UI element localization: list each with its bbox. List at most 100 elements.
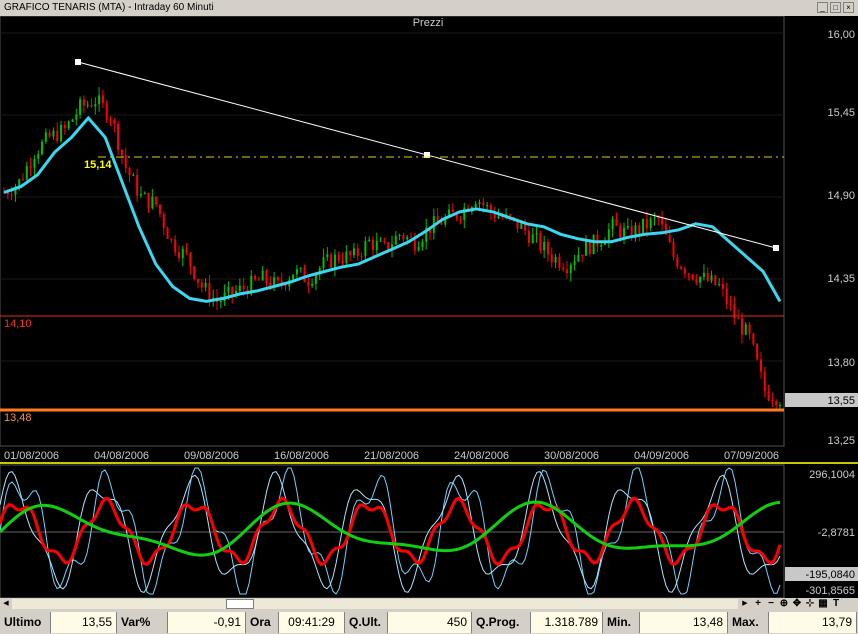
- scroll-left-arrow[interactable]: ◀: [1, 599, 11, 609]
- candle-body: [257, 279, 260, 281]
- x-tick: 01/08/2006: [4, 450, 59, 462]
- candle-body: [261, 270, 264, 281]
- max-label: Max.: [728, 612, 769, 633]
- candle-body: [177, 252, 180, 258]
- candle-body: [550, 254, 553, 263]
- candle-body: [527, 230, 530, 243]
- candle-body: [546, 241, 549, 255]
- candle-body: [136, 175, 139, 196]
- x-tick: 21/08/2006: [364, 450, 419, 462]
- candle-body: [314, 274, 317, 284]
- candle-body: [585, 240, 587, 256]
- candle-body: [162, 213, 165, 228]
- candle-body: [744, 324, 747, 335]
- candle-body: [158, 204, 161, 214]
- candle-body: [763, 371, 766, 392]
- candle-body: [657, 217, 660, 219]
- osc-y-tick: 296,1004: [809, 469, 855, 481]
- move-icon[interactable]: ✥: [791, 598, 803, 610]
- candle-body: [611, 218, 614, 230]
- scroll-right-arrow[interactable]: ▶: [740, 599, 750, 609]
- candle-body: [729, 303, 732, 305]
- ultimo-label: Ultimo: [0, 612, 51, 633]
- text-tool-icon[interactable]: T: [830, 598, 842, 610]
- trendline-handle[interactable]: [75, 59, 81, 65]
- candle-body: [756, 344, 759, 360]
- candle-body: [691, 274, 694, 280]
- candle-body: [588, 240, 591, 255]
- candle-body: [113, 120, 116, 124]
- x-tick: 07/09/2006: [724, 450, 779, 462]
- candle-body: [197, 279, 199, 283]
- candle-body: [295, 269, 298, 275]
- candle-body: [33, 159, 36, 168]
- chart-area[interactable]: Prezzi 15,14 14,10 13,48 16,00 15,45 14,…: [0, 15, 858, 599]
- ora-value: 09:41:29: [279, 612, 345, 633]
- candle-body: [75, 114, 78, 120]
- candle-body: [721, 284, 724, 289]
- candle-body: [86, 104, 89, 106]
- grid-icon[interactable]: ▦: [817, 598, 829, 610]
- horizontal-scrollbar[interactable]: ◀ ▶ + − ⊕ ✥ ⊹ ▦ T: [0, 598, 858, 610]
- candle-body: [581, 254, 584, 256]
- candle-body: [181, 248, 184, 258]
- candle-body: [368, 239, 371, 242]
- close-button[interactable]: ×: [843, 2, 854, 13]
- date-axis: 01/08/2006 04/08/2006 09/08/2006 16/08/2…: [4, 450, 779, 462]
- candle-body: [718, 284, 721, 286]
- zoom-out-icon[interactable]: −: [765, 598, 777, 610]
- candle-body: [82, 99, 85, 106]
- candle-body: [676, 257, 679, 267]
- candle-body: [371, 239, 374, 251]
- candle-body: [60, 124, 63, 142]
- candle-body: [375, 240, 378, 251]
- candle-body: [326, 254, 329, 258]
- candle-body: [592, 234, 595, 255]
- candle-body: [56, 130, 59, 142]
- candle-body: [79, 99, 82, 115]
- candle-body: [189, 252, 192, 267]
- candle-body: [200, 282, 203, 288]
- candle-body: [387, 242, 390, 251]
- candle-body: [41, 141, 44, 155]
- candle-body: [535, 233, 538, 235]
- max-value: 13,79: [769, 612, 857, 633]
- qult-label: Q.Ult.: [345, 612, 388, 633]
- candle-body: [683, 268, 686, 274]
- zoom-in-icon[interactable]: +: [752, 598, 764, 610]
- candle-body: [531, 234, 534, 243]
- trendline-handle[interactable]: [773, 245, 779, 251]
- maximize-button[interactable]: □: [830, 2, 841, 13]
- window-titlebar: GRAFICO TENARIS (MTA) - Intraday 60 Minu…: [0, 0, 858, 17]
- candle-body: [710, 275, 713, 281]
- candle-body: [341, 260, 344, 263]
- minimize-button[interactable]: _: [817, 2, 828, 13]
- candle-body: [307, 282, 310, 286]
- candle-body: [364, 241, 367, 256]
- candle-body: [143, 192, 146, 195]
- candle-body: [615, 218, 618, 226]
- candle-body: [71, 119, 74, 122]
- candle-body: [687, 273, 690, 275]
- y-tick: 15,45: [827, 107, 855, 119]
- candle-body: [67, 121, 70, 129]
- candle-body: [642, 218, 645, 234]
- candle-body: [219, 301, 222, 303]
- window-title: GRAFICO TENARIS (MTA) - Intraday 60 Minu…: [4, 2, 214, 13]
- candle-body: [322, 257, 325, 268]
- candle-body: [775, 401, 778, 406]
- scroll-track[interactable]: [12, 599, 738, 609]
- candle-body: [299, 268, 302, 270]
- candle-body: [661, 218, 664, 225]
- osc-y-tick: -2,8781: [818, 527, 855, 539]
- candle-body: [48, 132, 51, 137]
- trendline-tool-icon[interactable]: ⊹: [804, 598, 816, 610]
- osc-y-tick: -195,0840: [805, 569, 855, 581]
- candle-body: [474, 203, 477, 208]
- candle-body: [174, 239, 177, 253]
- candle-body: [706, 272, 709, 281]
- candle-body: [124, 155, 127, 168]
- crosshair-icon[interactable]: ⊕: [778, 598, 790, 610]
- scroll-thumb[interactable]: [226, 599, 254, 609]
- candle-body: [623, 227, 626, 238]
